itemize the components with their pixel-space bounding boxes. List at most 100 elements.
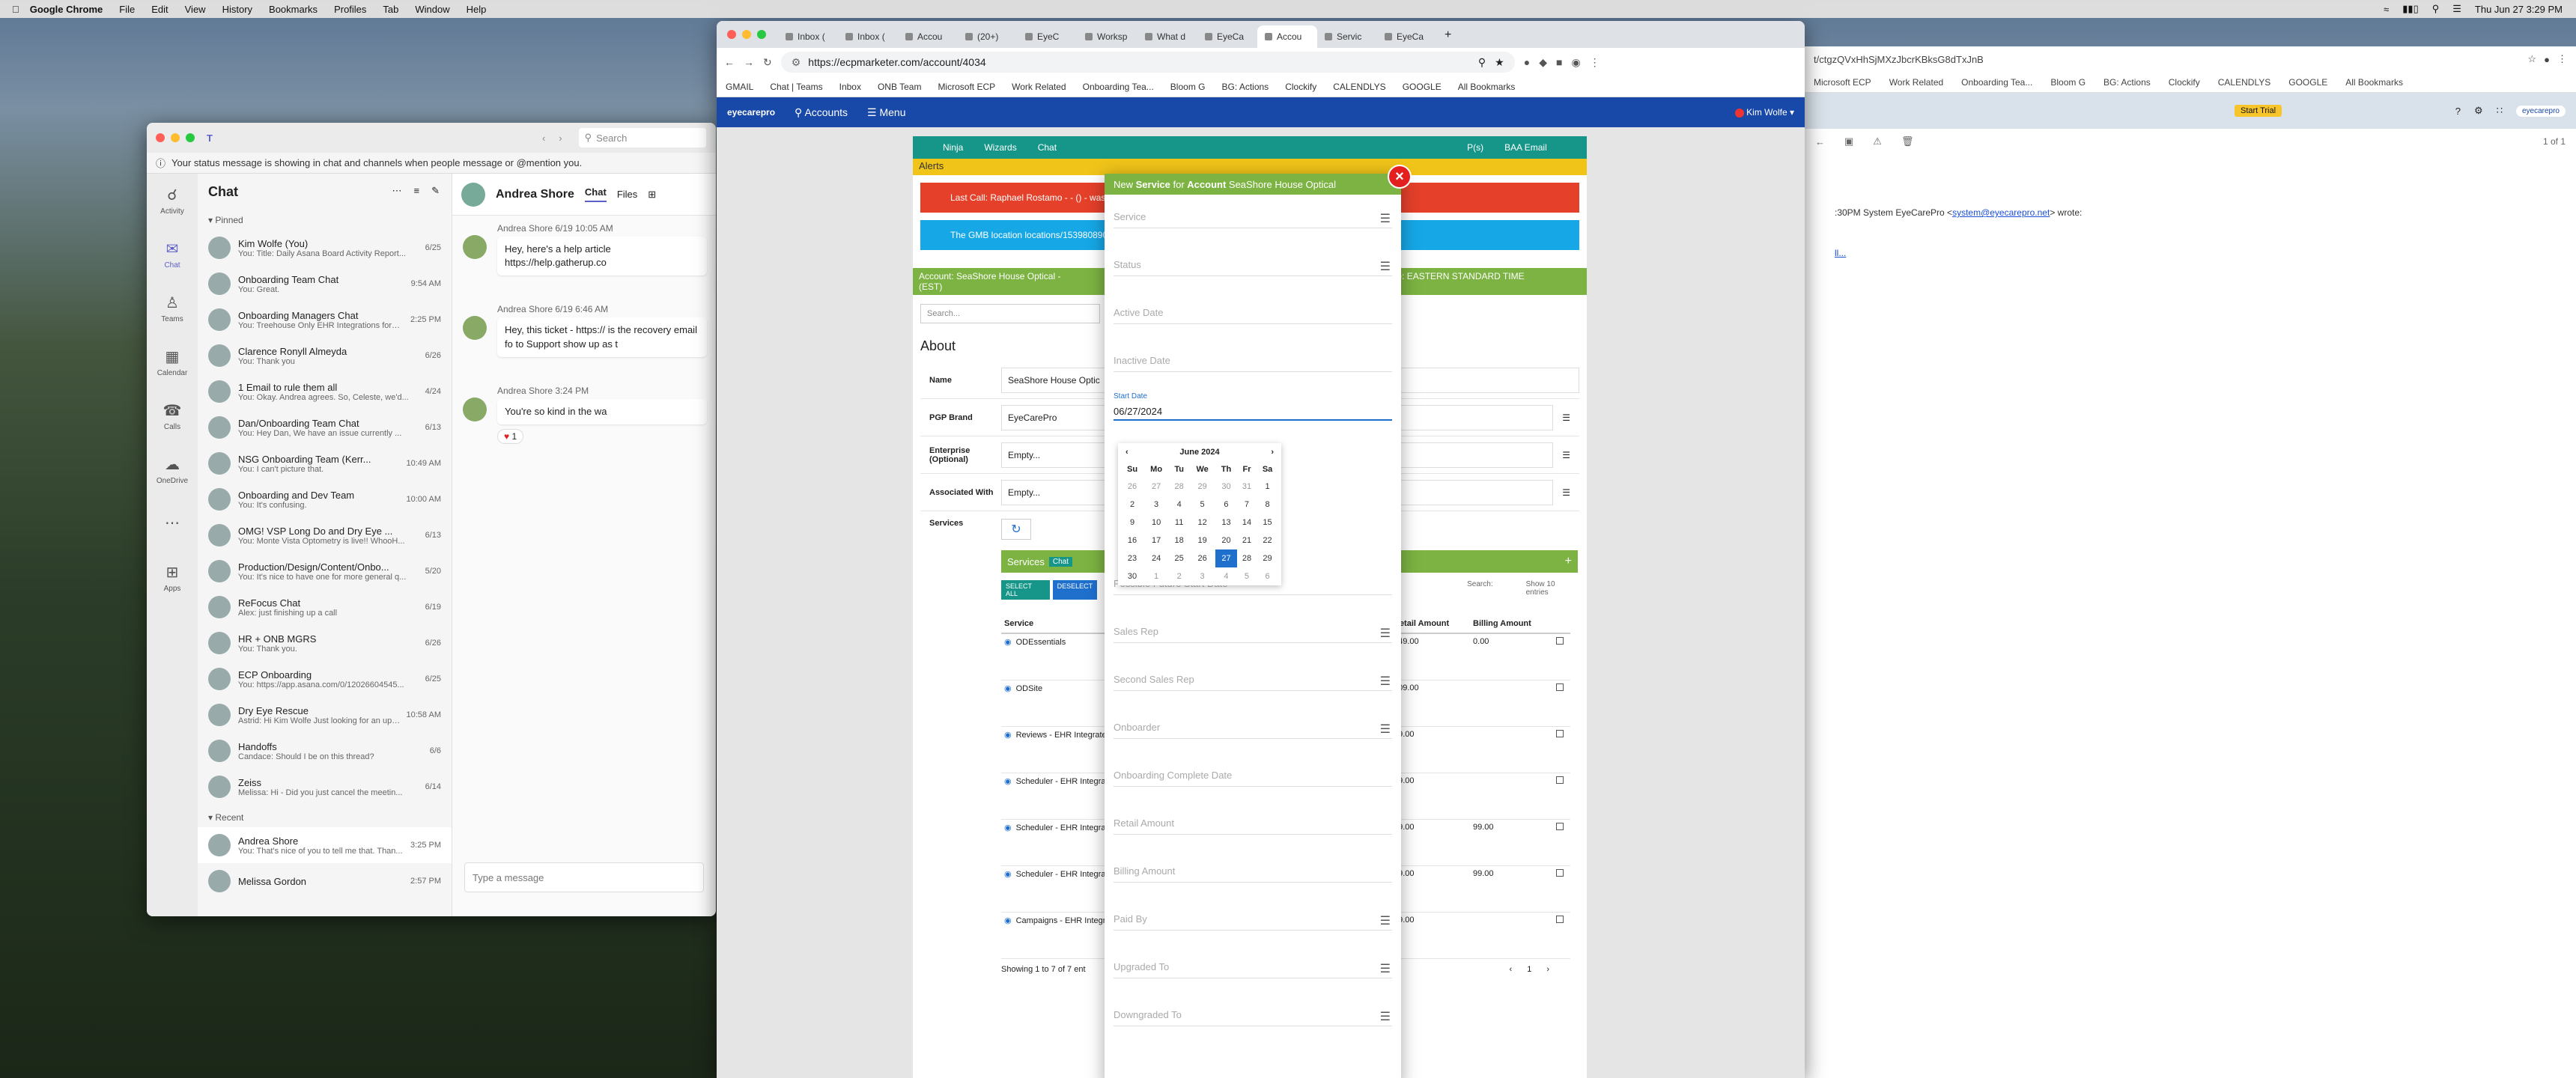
info-icon[interactable]: ◉ [1004,870,1012,879]
hamburger-icon[interactable]: ☰ [1380,626,1391,641]
delete-icon[interactable]: 🗑 [1901,135,1914,147]
rail-onedrive[interactable]: ☁ OneDrive [147,443,198,497]
user-menu[interactable]: Kim Wolfe ▾ [1734,107,1794,118]
extension-icon[interactable]: ● [1524,56,1530,68]
refresh-button[interactable]: ↻ [1001,519,1031,540]
rail-calls[interactable]: ☎ Calls [147,389,198,443]
menu-file[interactable]: File [119,4,135,15]
hamburger-icon[interactable]: ☰ [1380,961,1391,976]
info-icon[interactable]: ◉ [1004,823,1012,832]
calendar-day[interactable]: 27 [1215,549,1237,567]
url-bar[interactable]: ⚙ https://ecpmarketer.com/account/4034 ⚲… [780,52,1515,73]
row-checkbox[interactable] [1555,822,1564,830]
message-compose-box[interactable]: Type a message [464,862,704,892]
rail-teams[interactable]: ♙ Teams [147,281,198,335]
calendar-day[interactable]: 10 [1143,514,1169,532]
browser-tab[interactable]: Worksp [1078,25,1137,48]
calendar-day[interactable]: 22 [1257,532,1278,549]
hamburger-icon[interactable]: ☰ [1562,412,1570,423]
calendar-day[interactable]: 8 [1257,496,1278,514]
new-tab-icon[interactable]: + [1445,28,1451,42]
bookmark-item[interactable]: Onboarding Tea... [1083,82,1154,92]
list-item[interactable]: Andrea Shore You: That's nice of you to t… [198,827,452,863]
more-options-icon[interactable]: ⋯ [392,185,402,197]
browser-tab[interactable]: Inbox ( [838,25,898,48]
bookmark-item[interactable]: BG: Actions [1221,82,1269,92]
bookmark-item[interactable]: Clockify [2169,77,2200,88]
row-checkbox[interactable] [1555,683,1564,691]
extension-icon[interactable]: ■ [1556,56,1562,68]
bookmark-item[interactable]: Microsoft ECP [1814,77,1871,88]
col-header-billing[interactable]: Billing Amount [1470,615,1553,634]
help-icon[interactable]: ? [2455,106,2461,117]
bookmark-item[interactable]: Chat | Teams [770,82,822,92]
toolbar-pages[interactable]: P(s) [1467,142,1483,153]
list-item[interactable]: Dan/Onboarding Team Chat You: Hey Dan, We… [198,409,452,445]
calendar-day[interactable]: 28 [1169,478,1189,496]
modal-field[interactable]: Downgraded To ☰ [1105,993,1401,1041]
close-window-icon[interactable] [156,133,165,142]
rail-chat[interactable]: ✉ Chat [147,228,198,281]
list-item[interactable]: Production/Design/Content/Onbo... You: It… [198,553,452,589]
list-item[interactable]: 1 Email to rule them all You: Okay. Andre… [198,374,452,409]
calendar-day[interactable]: 9 [1121,514,1143,532]
back-icon[interactable]: ← [1815,136,1825,147]
modal-field[interactable]: Onboarding Complete Date [1105,753,1401,801]
calendar-day[interactable]: 7 [1237,496,1257,514]
next-month-icon[interactable]: › [1271,448,1274,457]
row-checkbox[interactable] [1555,776,1564,784]
calendar-day[interactable]: 13 [1215,514,1237,532]
control-center-icon[interactable]: ☰ [2452,3,2461,15]
rail-calendar[interactable]: ▦ Calendar [147,335,198,389]
wifi-icon[interactable]: ≈ [2384,4,2389,15]
eyecarepro-logo[interactable]: eyecarepro [727,107,775,118]
hamburger-icon[interactable]: ☰ [1380,1009,1391,1024]
field-service[interactable]: Service ☰ [1105,195,1401,243]
calendar-day[interactable]: 1 [1143,567,1169,585]
calendar-day[interactable]: 2 [1169,567,1189,585]
calendar-day[interactable]: 1 [1257,478,1278,496]
apps-grid-icon[interactable]: ∷ [2497,105,2503,117]
info-icon[interactable]: ◉ [1004,916,1012,925]
menu-history[interactable]: History [222,4,252,15]
account-search-input[interactable]: Search... [920,304,1100,323]
list-item[interactable]: Onboarding Managers Chat You: Treehouse O… [198,302,452,338]
row-checkbox[interactable] [1555,729,1564,737]
add-service-icon[interactable]: + [1565,555,1572,568]
toolbar-chat[interactable]: Chat [1038,142,1057,153]
close-window-icon[interactable] [727,30,736,39]
list-item[interactable]: Onboarding Team Chat You: Great. 9:54 AM [198,266,452,302]
calendar-day[interactable]: 23 [1121,549,1143,567]
info-icon[interactable]: ◉ [1004,638,1012,647]
extensions-icon[interactable]: ● [2544,54,2550,65]
modal-field[interactable]: Billing Amount [1105,849,1401,897]
calendar-day[interactable]: 29 [1189,478,1215,496]
list-item[interactable]: Dry Eye Rescue Astrid: Hi Kim Wolfe Just … [198,697,452,733]
modal-field[interactable]: Retail Amount [1105,801,1401,849]
list-item[interactable]: Melissa Gordon 2:57 PM [198,863,452,899]
info-icon[interactable]: ◉ [1004,684,1012,693]
start-trial-button[interactable]: Start Trial [2235,105,2282,117]
trimmed-content-link[interactable]: ll... [1835,247,2546,259]
list-item[interactable]: Clarence Ronyll Almeyda You: Thank you 6/2… [198,338,452,374]
heart-reaction[interactable]: ♥ 1 [497,428,524,444]
bookmark-star-icon[interactable]: ★ [1495,56,1504,69]
archive-icon[interactable]: ▣ [1844,135,1853,147]
menu-window[interactable]: Window [415,4,449,15]
field-status[interactable]: Status ☰ [1105,243,1401,290]
calendar-day[interactable]: 16 [1121,532,1143,549]
page-number[interactable]: 1 [1527,965,1531,974]
calendar-day[interactable]: 15 [1257,514,1278,532]
bookmark-item[interactable]: Microsoft ECP [938,82,995,92]
bookmark-item[interactable]: CALENDLYS [2218,77,2270,88]
info-icon[interactable]: ◉ [1004,777,1012,786]
back-icon[interactable]: ← [724,56,735,68]
field-start-date[interactable]: Start Date 06/27/2024 [1105,386,1401,434]
hamburger-icon[interactable]: ☰ [1562,450,1570,460]
bookmark-item[interactable]: GMAIL [726,82,753,92]
calendar-day[interactable]: 30 [1215,478,1237,496]
calendar-day[interactable]: 30 [1121,567,1143,585]
rail-apps[interactable]: ⊞ Apps [147,551,198,605]
calendar-day[interactable]: 21 [1237,532,1257,549]
search-icon[interactable]: ⚲ [2432,3,2440,15]
